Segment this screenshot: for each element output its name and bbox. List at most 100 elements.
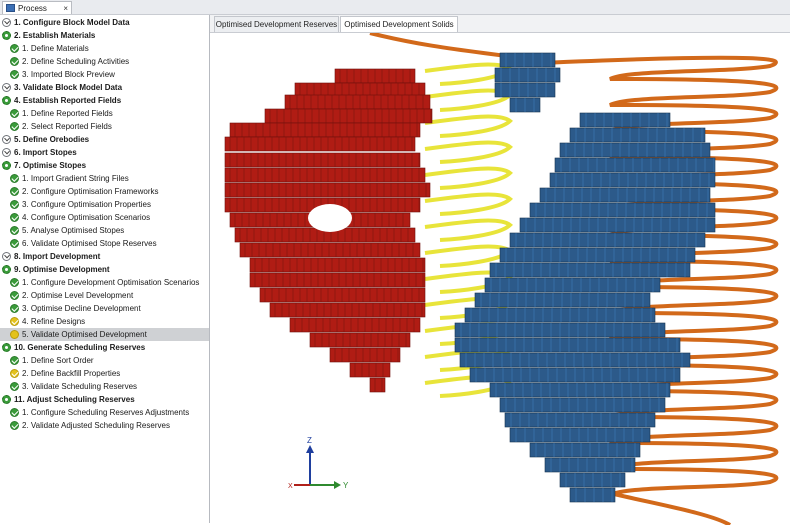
z-axis-label: Z	[307, 436, 312, 445]
stope-block	[464, 307, 656, 323]
process-step-label: 2. Define Scheduling Activities	[22, 57, 130, 66]
stope-block	[519, 217, 716, 233]
stope-block	[489, 262, 691, 278]
process-step-1[interactable]: 1. Configure Block Model Data	[0, 16, 209, 29]
process-icon	[6, 4, 15, 12]
axis-triad: Z X Y	[288, 436, 349, 490]
stope-block	[559, 472, 626, 488]
check-icon	[10, 200, 19, 209]
check-icon	[10, 226, 19, 235]
stope-block	[284, 94, 431, 110]
process-step-22[interactable]: 2. Optimise Level Development	[0, 289, 209, 302]
stope-block	[454, 337, 681, 353]
check-icon	[10, 408, 19, 417]
gear-icon	[2, 161, 11, 170]
process-step-8[interactable]: 1. Define Reported Fields	[0, 107, 209, 120]
process-step-25[interactable]: 5. Validate Optimised Development	[0, 328, 209, 341]
tab-optimised-development-solids[interactable]: Optimised Development Solids	[340, 16, 458, 32]
process-step-21[interactable]: 1. Configure Development Optimisation Sc…	[0, 276, 209, 289]
process-step-24[interactable]: 4. Refine Designs	[0, 315, 209, 328]
check-icon	[10, 382, 19, 391]
stope-block	[259, 287, 426, 303]
process-step-4[interactable]: 2. Define Scheduling Activities	[0, 55, 209, 68]
stope-block	[504, 412, 656, 428]
process-step-31[interactable]: 1. Configure Scheduling Reserves Adjustm…	[0, 406, 209, 419]
gear-icon	[2, 395, 11, 404]
process-step-label: 1. Define Reported Fields	[22, 109, 113, 118]
gear-icon	[2, 265, 11, 274]
process-step-19[interactable]: 8. Import Development	[0, 250, 209, 263]
process-panel: 1. Configure Block Model Data 2. Establis…	[0, 15, 210, 523]
process-step-label: 6. Import Stopes	[14, 148, 77, 157]
process-step-11[interactable]: 6. Import Stopes	[0, 146, 209, 159]
process-step-3[interactable]: 1. Define Materials	[0, 42, 209, 55]
warning-check-icon	[10, 317, 19, 326]
stope-block	[549, 172, 716, 188]
mine-model-render[interactable]: Z X Y	[210, 33, 790, 525]
process-step-9[interactable]: 2. Select Reported Fields	[0, 120, 209, 133]
3d-viewport[interactable]: Z X Y	[210, 33, 790, 525]
stope-block	[544, 457, 636, 473]
process-tab[interactable]: Process ×	[2, 1, 72, 14]
process-step-20[interactable]: 9. Optimise Development	[0, 263, 209, 276]
stope-block	[569, 487, 616, 503]
process-step-28[interactable]: 2. Define Backfill Properties	[0, 367, 209, 380]
process-step-label: 3. Optimise Decline Development	[22, 304, 141, 313]
stope-block	[489, 382, 671, 398]
process-step-13[interactable]: 1. Import Gradient String Files	[0, 172, 209, 185]
process-step-18[interactable]: 6. Validate Optimised Stope Reserves	[0, 237, 209, 250]
process-step-14[interactable]: 2. Configure Optimisation Frameworks	[0, 185, 209, 198]
collapse-icon[interactable]	[2, 135, 11, 144]
process-step-label: 3. Imported Block Preview	[22, 70, 115, 79]
process-step-label: 9. Optimise Development	[14, 265, 110, 274]
stope-block	[474, 292, 651, 308]
process-step-10[interactable]: 5. Define Orebodies	[0, 133, 209, 146]
stope-block	[509, 427, 651, 443]
process-step-29[interactable]: 3. Validate Scheduling Reserves	[0, 380, 209, 393]
process-step-label: 3. Configure Optimisation Properties	[22, 200, 151, 209]
warning-check-icon	[10, 330, 19, 339]
process-step-26[interactable]: 10. Generate Scheduling Reserves	[0, 341, 209, 354]
decline-ramp	[609, 491, 732, 525]
process-step-label: 1. Import Gradient String Files	[22, 174, 129, 183]
gear-icon	[2, 31, 11, 40]
process-step-label: 5. Analyse Optimised Stopes	[22, 226, 125, 235]
process-step-15[interactable]: 3. Configure Optimisation Properties	[0, 198, 209, 211]
process-step-27[interactable]: 1. Define Sort Order	[0, 354, 209, 367]
stope-block	[529, 202, 716, 218]
process-step-label: 1. Configure Block Model Data	[14, 18, 130, 27]
process-step-label: 4. Refine Designs	[22, 317, 86, 326]
close-icon[interactable]: ×	[63, 4, 68, 13]
process-step-5[interactable]: 3. Imported Block Preview	[0, 68, 209, 81]
tab-optimised-development-reserves[interactable]: Optimised Development Reserves	[214, 16, 339, 32]
process-step-17[interactable]: 5. Analyse Optimised Stopes	[0, 224, 209, 237]
collapse-icon[interactable]	[2, 18, 11, 27]
process-step-12[interactable]: 7. Optimise Stopes	[0, 159, 209, 172]
stope-block	[579, 112, 671, 128]
process-step-label: 1. Configure Scheduling Reserves Adjustm…	[22, 408, 190, 417]
collapse-icon[interactable]	[2, 252, 11, 261]
stope-block	[499, 247, 696, 263]
process-step-label: 10. Generate Scheduling Reserves	[14, 343, 146, 352]
process-step-23[interactable]: 3. Optimise Decline Development	[0, 302, 209, 315]
check-icon	[10, 187, 19, 196]
process-step-30[interactable]: 11. Adjust Scheduling Reserves	[0, 393, 209, 406]
collapse-icon[interactable]	[2, 83, 11, 92]
check-icon	[10, 70, 19, 79]
development-drive	[424, 114, 514, 138]
process-step-16[interactable]: 4. Configure Optimisation Scenarios	[0, 211, 209, 224]
x-axis-label: X	[288, 483, 293, 490]
check-icon	[10, 356, 19, 365]
process-step-32[interactable]: 2. Validate Adjusted Scheduling Reserves	[0, 419, 209, 432]
stope-block	[569, 127, 706, 143]
process-step-6[interactable]: 3. Validate Block Model Data	[0, 81, 209, 94]
check-icon	[10, 57, 19, 66]
collapse-icon[interactable]	[2, 148, 11, 157]
stope-block	[559, 142, 711, 158]
process-step-label: 1. Configure Development Optimisation Sc…	[22, 278, 200, 287]
stope-block	[239, 242, 421, 258]
process-step-label: 3. Validate Block Model Data	[14, 83, 123, 92]
process-step-2[interactable]: 2. Establish Materials	[0, 29, 209, 42]
process-step-label: 2. Validate Adjusted Scheduling Reserves	[22, 421, 170, 430]
process-step-7[interactable]: 4. Establish Reported Fields	[0, 94, 209, 107]
